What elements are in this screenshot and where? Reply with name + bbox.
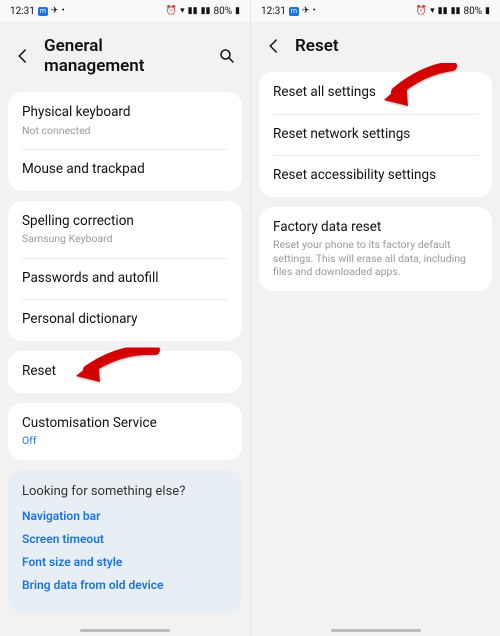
- row-reset[interactable]: Reset: [8, 351, 242, 393]
- phone-left: 12:31 m ✈ • ⏰ ▾ ▮▮ ▮▮ 80% ▮ General mana…: [0, 0, 250, 636]
- page-title: Reset: [295, 36, 486, 56]
- row-sub: Not connected: [22, 124, 228, 138]
- card-factory-reset: Factory data reset Reset your phone to i…: [259, 207, 492, 291]
- home-indicator[interactable]: [80, 629, 170, 632]
- row-customisation-service[interactable]: Customisation Service Off: [8, 403, 242, 460]
- alarm-icon: ⏰: [166, 6, 177, 16]
- more-icon: •: [313, 6, 316, 16]
- row-label: Reset all settings: [273, 84, 478, 102]
- back-icon[interactable]: [265, 37, 283, 55]
- status-battery: 80%: [213, 6, 232, 17]
- row-label: Reset: [22, 363, 228, 381]
- card-looking-for: Looking for something else? Navigation b…: [8, 470, 242, 613]
- signal-icon: ▮▮: [188, 6, 198, 16]
- card-customisation: Customisation Service Off: [8, 403, 242, 460]
- status-battery: 80%: [463, 6, 482, 17]
- card-reset: Reset: [8, 351, 242, 393]
- row-label: Personal dictionary: [22, 311, 228, 329]
- row-label: Customisation Service: [22, 415, 228, 433]
- row-label: Reset accessibility settings: [273, 167, 478, 185]
- row-sub: Samsung Keyboard: [22, 232, 228, 246]
- row-personal-dictionary[interactable]: Personal dictionary: [8, 299, 242, 341]
- status-bar: 12:31 m ✈ • ⏰ ▾ ▮▮ ▮▮ 80% ▮: [251, 0, 500, 22]
- telegram-icon: ✈: [302, 6, 310, 16]
- row-reset-all-settings[interactable]: Reset all settings: [259, 72, 492, 114]
- row-factory-data-reset[interactable]: Factory data reset Reset your phone to i…: [259, 207, 492, 291]
- header: Reset: [251, 22, 500, 72]
- wifi-icon: ▾: [430, 6, 435, 16]
- tip-link-screen-timeout[interactable]: Screen timeout: [22, 532, 228, 546]
- signal-icon: ▮▮: [438, 6, 448, 16]
- phone-right: 12:31 m ✈ • ⏰ ▾ ▮▮ ▮▮ 80% ▮ Reset Reset …: [250, 0, 500, 636]
- row-physical-keyboard[interactable]: Physical keyboard Not connected: [8, 92, 242, 149]
- tip-link-bring-data[interactable]: Bring data from old device: [22, 578, 228, 592]
- signal2-icon: ▮▮: [451, 6, 461, 16]
- tip-link-navigation-bar[interactable]: Navigation bar: [22, 509, 228, 523]
- header: General management: [0, 22, 250, 92]
- row-reset-accessibility-settings[interactable]: Reset accessibility settings: [259, 155, 492, 197]
- row-reset-network-settings[interactable]: Reset network settings: [259, 114, 492, 156]
- wifi-icon: ▾: [180, 6, 185, 16]
- signal2-icon: ▮▮: [201, 6, 211, 16]
- settings-scroll[interactable]: Reset all settings Reset network setting…: [251, 72, 500, 321]
- row-sub: Off: [22, 434, 228, 448]
- row-label: Factory data reset: [273, 219, 478, 237]
- page-title: General management: [44, 36, 206, 76]
- battery-icon: ▮: [235, 6, 240, 16]
- status-time: 12:31: [10, 6, 35, 17]
- card-text-input: Spelling correction Samsung Keyboard Pas…: [8, 201, 242, 341]
- telegram-icon: ✈: [51, 6, 59, 16]
- row-passwords-autofill[interactable]: Passwords and autofill: [8, 258, 242, 300]
- settings-scroll[interactable]: Physical keyboard Not connected Mouse an…: [0, 92, 250, 636]
- row-label: Reset network settings: [273, 126, 478, 144]
- messages-icon: m: [38, 7, 48, 16]
- messages-icon: m: [289, 7, 299, 16]
- battery-icon: ▮: [485, 6, 490, 16]
- back-icon[interactable]: [14, 47, 32, 65]
- row-label: Spelling correction: [22, 213, 228, 231]
- more-icon: •: [62, 6, 65, 16]
- tip-link-font-size[interactable]: Font size and style: [22, 555, 228, 569]
- row-label: Passwords and autofill: [22, 270, 228, 288]
- search-icon[interactable]: [218, 47, 236, 65]
- tip-title: Looking for something else?: [22, 484, 228, 499]
- row-mouse-trackpad[interactable]: Mouse and trackpad: [8, 149, 242, 191]
- home-indicator[interactable]: [331, 629, 421, 632]
- alarm-icon: ⏰: [416, 6, 427, 16]
- row-label: Physical keyboard: [22, 104, 228, 122]
- row-spelling-correction[interactable]: Spelling correction Samsung Keyboard: [8, 201, 242, 258]
- status-bar: 12:31 m ✈ • ⏰ ▾ ▮▮ ▮▮ 80% ▮: [0, 0, 250, 22]
- row-label: Mouse and trackpad: [22, 161, 228, 179]
- row-sub: Reset your phone to its factory default …: [273, 238, 478, 279]
- card-reset-options: Reset all settings Reset network setting…: [259, 72, 492, 197]
- status-time: 12:31: [261, 6, 286, 17]
- card-input-devices: Physical keyboard Not connected Mouse an…: [8, 92, 242, 191]
